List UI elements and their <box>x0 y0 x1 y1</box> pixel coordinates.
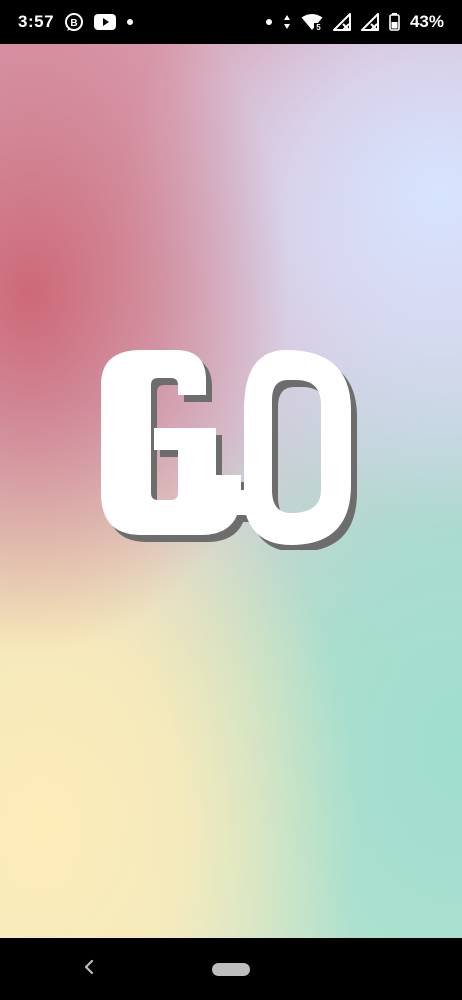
signal-no-service-icon <box>360 13 379 31</box>
notification-dot-icon <box>265 18 273 26</box>
battery-percent: 43% <box>409 12 444 31</box>
status-bar-left: 3:57 B <box>18 12 134 32</box>
notification-dot-icon <box>126 18 134 26</box>
back-button[interactable] <box>76 956 102 982</box>
youtube-icon <box>94 14 117 30</box>
navigation-bar <box>0 938 462 1000</box>
wifi-icon: 5 <box>301 13 323 31</box>
status-time: 3:57 <box>18 12 55 31</box>
battery-icon <box>389 13 400 31</box>
svg-text:B: B <box>70 18 77 29</box>
business-messaging-icon: B <box>64 12 84 32</box>
wifi-badge: 5 <box>316 23 321 31</box>
status-bar: 3:57 B 5 43% <box>0 0 462 44</box>
app-screen: 3:57 B 5 43% <box>0 0 462 1000</box>
signal-no-service-icon <box>332 13 351 31</box>
data-arrows-icon <box>283 14 291 30</box>
go-logo <box>96 305 358 552</box>
status-bar-right: 5 43% <box>265 12 444 32</box>
home-pill[interactable] <box>212 963 250 976</box>
back-chevron-icon <box>83 959 95 980</box>
